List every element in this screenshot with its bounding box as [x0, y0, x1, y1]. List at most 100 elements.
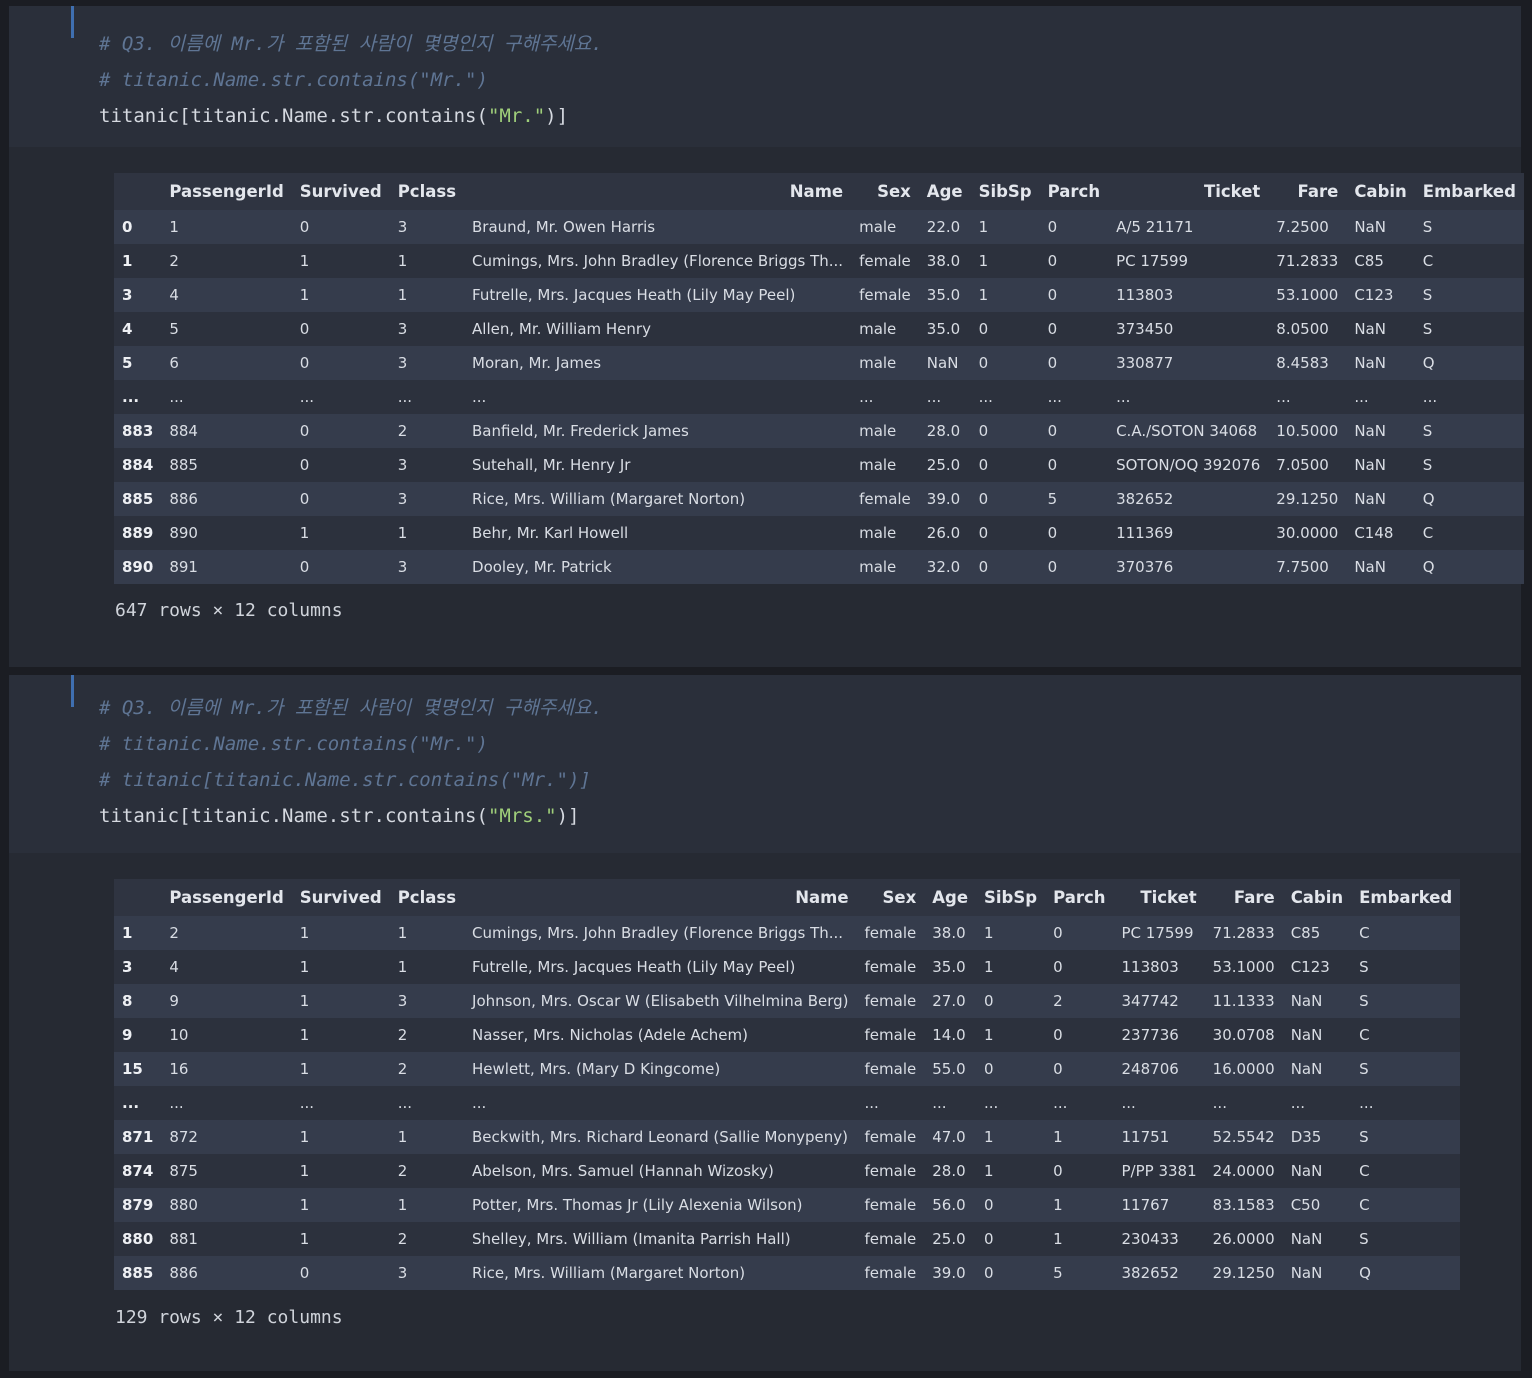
table-cell: 0	[1045, 950, 1114, 984]
table-cell: 5	[1039, 482, 1109, 516]
table-cell: S	[1351, 1222, 1461, 1256]
table-cell: ...	[464, 1086, 857, 1120]
table-cell: 11751	[1113, 1120, 1205, 1154]
table-cell: 2	[389, 414, 465, 448]
active-cell-marker	[71, 675, 74, 707]
table-cell: 1	[291, 916, 390, 950]
table-cell: 0	[976, 1256, 1046, 1290]
table-cell: ...	[924, 1086, 977, 1120]
table-cell: 38.0	[924, 916, 977, 950]
table-cell: C50	[1282, 1188, 1352, 1222]
table-cell: 886	[161, 1256, 292, 1290]
column-header: Sex	[851, 173, 919, 210]
column-header: Age	[918, 173, 971, 210]
table-cell: 0	[1039, 278, 1109, 312]
dataframe-table: PassengerId Survived Pclass Name Sex Age SibSp…	[114, 879, 1461, 1290]
row-index: 1	[114, 916, 162, 950]
code-text: titanic[titanic.Name.str.contains(	[99, 105, 488, 127]
table-cell: 373450	[1108, 312, 1269, 346]
row-index: 5	[114, 346, 162, 380]
column-header: Embarked	[1351, 879, 1461, 916]
table-cell: 0	[1039, 550, 1109, 584]
table-cell: ...	[1113, 1086, 1205, 1120]
table-cell: 1	[976, 950, 1046, 984]
table-cell: PC 17599	[1113, 916, 1205, 950]
table-row: 880 881 1 2 Shelley, Mrs. William (Imanita P…	[114, 1222, 1461, 1256]
table-row: .......................................	[114, 1086, 1461, 1120]
table-cell: 0	[1039, 210, 1109, 244]
table-cell: 1	[389, 516, 465, 550]
row-index: ...	[114, 380, 162, 414]
row-index: 9	[114, 1018, 162, 1052]
table-cell: 1	[970, 210, 1040, 244]
column-header: Cabin	[1346, 173, 1415, 210]
column-header: Pclass	[389, 173, 465, 210]
table-header-row: PassengerId Survived Pclass Name Sex Age SibSp…	[114, 173, 1524, 210]
table-cell: 0	[1039, 448, 1109, 482]
table-cell: 55.0	[924, 1052, 977, 1086]
table-cell: 8.0500	[1268, 312, 1347, 346]
table-cell: 1	[161, 210, 292, 244]
table-cell: 26.0000	[1204, 1222, 1283, 1256]
table-cell: female	[851, 482, 919, 516]
notebook-cell-2[interactable]: # Q3. 이름에 Mr.가 포함된 사람이 몇명인지 구해주세요. # tit…	[9, 675, 1521, 1371]
code-comment-line: # titanic.Name.str.contains("Mr.")	[99, 733, 488, 755]
table-cell: 0	[291, 482, 390, 516]
table-cell: S	[1351, 984, 1461, 1018]
code-editor-1[interactable]: # Q3. 이름에 Mr.가 포함된 사람이 몇명인지 구해주세요. # tit…	[9, 6, 1521, 147]
code-editor-2[interactable]: # Q3. 이름에 Mr.가 포함된 사람이 몇명인지 구해주세요. # tit…	[9, 675, 1521, 853]
row-index: 884	[114, 448, 162, 482]
table-cell: ...	[1039, 380, 1109, 414]
column-header: Pclass	[389, 879, 465, 916]
column-header: Ticket	[1108, 173, 1269, 210]
table-cell: Sutehall, Mr. Henry Jr	[464, 448, 852, 482]
code-string-literal: "Mr."	[487, 105, 546, 127]
table-cell: 30.0708	[1204, 1018, 1283, 1052]
table-cell: 1	[1045, 1222, 1114, 1256]
table-cell: NaN	[1346, 414, 1415, 448]
table-cell: 347742	[1113, 984, 1205, 1018]
notebook-cell-1[interactable]: # Q3. 이름에 Mr.가 포함된 사람이 몇명인지 구해주세요. # tit…	[9, 6, 1524, 667]
table-cell: C123	[1346, 278, 1415, 312]
table-cell: male	[851, 210, 919, 244]
table-cell: 28.0	[918, 414, 971, 448]
table-cell: female	[856, 1222, 925, 1256]
table-cell: Rice, Mrs. William (Margaret Norton)	[464, 1256, 857, 1290]
table-cell: 3	[389, 550, 465, 584]
table-cell: 370376	[1108, 550, 1269, 584]
table-cell: NaN	[1282, 984, 1352, 1018]
table-cell: C85	[1282, 916, 1352, 950]
table-cell: 28.0	[924, 1154, 977, 1188]
table-cell: 881	[161, 1222, 292, 1256]
code-comment-line: # titanic[titanic.Name.str.contains("Mr.…	[99, 769, 591, 791]
table-cell: S	[1351, 1120, 1461, 1154]
table-cell: 0	[291, 550, 390, 584]
table-cell: 71.2833	[1268, 244, 1347, 278]
table-row: 885 886 0 3 Rice, Mrs. William (Margaret Nor…	[114, 482, 1524, 516]
index-header	[114, 173, 162, 210]
table-cell: 0	[1039, 346, 1109, 380]
table-header-row: PassengerId Survived Pclass Name Sex Age SibSp…	[114, 879, 1461, 916]
table-cell: PC 17599	[1108, 244, 1269, 278]
row-index: 1	[114, 244, 162, 278]
table-cell: 890	[161, 516, 292, 550]
table-cell: male	[851, 312, 919, 346]
table-cell: 3	[389, 1256, 465, 1290]
column-header: Parch	[1039, 173, 1109, 210]
table-cell: 30.0000	[1268, 516, 1347, 550]
table-row: 5 6 0 3 Moran, Mr. James male NaN 0 0 330877 8.458…	[114, 346, 1524, 380]
table-cell: 4	[161, 950, 292, 984]
code-string-literal: "Mrs."	[487, 805, 557, 827]
table-cell: 83.1583	[1204, 1188, 1283, 1222]
row-index: 890	[114, 550, 162, 584]
column-header: SibSp	[976, 879, 1046, 916]
table-cell: male	[851, 414, 919, 448]
table-cell: 7.2500	[1268, 210, 1347, 244]
table-cell: 0	[1045, 1154, 1114, 1188]
column-header: Sex	[856, 879, 925, 916]
table-cell: Johnson, Mrs. Oscar W (Elisabeth Vilhelm…	[464, 984, 857, 1018]
table-cell: ...	[1414, 380, 1524, 414]
table-cell: 2	[389, 1052, 465, 1086]
table-cell: ...	[1346, 380, 1415, 414]
table-cell: female	[856, 1154, 925, 1188]
